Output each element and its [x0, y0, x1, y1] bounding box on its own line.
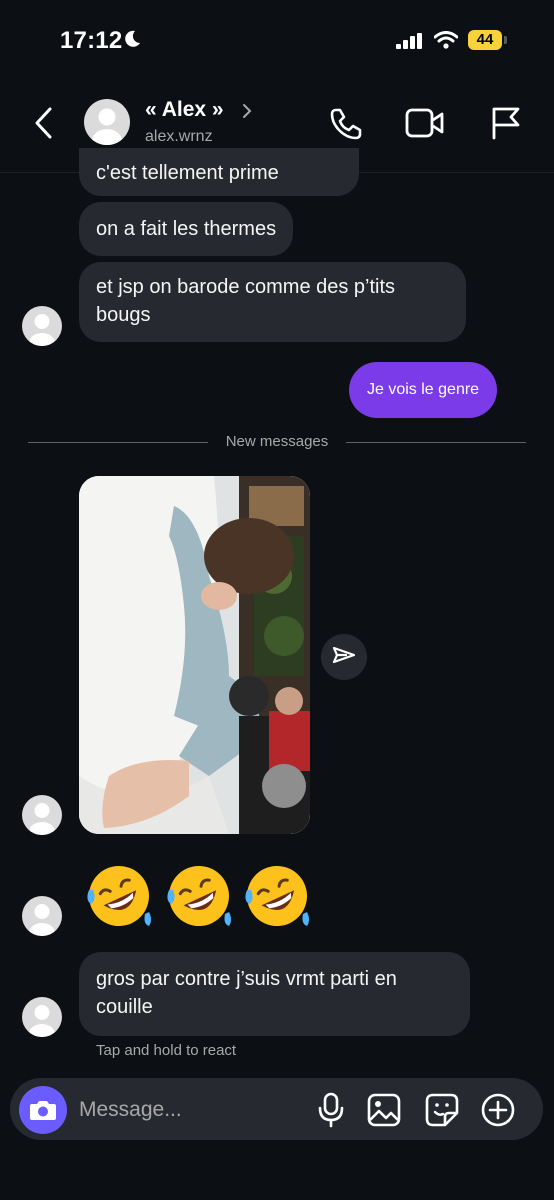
- photo-message[interactable]: [79, 476, 310, 834]
- plus-icon[interactable]: [480, 1092, 516, 1133]
- phone-icon[interactable]: [328, 106, 364, 147]
- new-messages-label: New messages: [225, 433, 329, 450]
- message-text: c'est tellement prime: [96, 162, 279, 184]
- message-bubble-sent[interactable]: Je vois le genre: [349, 362, 498, 418]
- video-icon[interactable]: [405, 106, 445, 145]
- sender-avatar[interactable]: [22, 896, 62, 936]
- message-input[interactable]: [79, 1095, 299, 1125]
- rofl-emoji[interactable]: [241, 860, 313, 932]
- sender-avatar[interactable]: [22, 306, 62, 346]
- divider-line: [346, 442, 526, 443]
- sender-avatar[interactable]: [22, 997, 62, 1037]
- battery-cap: [504, 36, 507, 44]
- signal-icon: [396, 33, 424, 54]
- flag-icon[interactable]: [490, 106, 522, 145]
- status-time: 17:12: [60, 27, 123, 54]
- moon-icon: [122, 29, 142, 54]
- wifi-icon: [433, 31, 459, 54]
- chevron-right-icon[interactable]: [242, 103, 252, 124]
- contact-avatar[interactable]: [84, 99, 130, 145]
- contact-name[interactable]: « Alex »: [145, 98, 224, 122]
- message-bubble-received[interactable]: et jsp on barode comme des p’tits bougs: [79, 262, 466, 342]
- contact-username: alex.wrnz: [145, 128, 213, 145]
- divider-line: [28, 442, 208, 443]
- share-icon[interactable]: [321, 634, 367, 680]
- message-bubble-received[interactable]: on a fait les thermes: [79, 202, 294, 256]
- react-hint: Tap and hold to react: [96, 1042, 237, 1059]
- rofl-emoji[interactable]: [163, 860, 235, 932]
- back-icon[interactable]: [32, 106, 56, 145]
- rofl-emoji[interactable]: [83, 860, 155, 932]
- mic-icon[interactable]: [317, 1092, 345, 1133]
- battery-icon: 44: [468, 30, 502, 50]
- message-bubble-received[interactable]: c'est tellement prime: [79, 148, 359, 196]
- camera-icon[interactable]: [19, 1086, 67, 1134]
- gallery-icon[interactable]: [366, 1092, 402, 1133]
- sender-avatar[interactable]: [22, 795, 62, 835]
- message-bubble-received[interactable]: gros par contre j’suis vrmt parti en cou…: [79, 952, 470, 1036]
- sticker-icon[interactable]: [424, 1092, 460, 1133]
